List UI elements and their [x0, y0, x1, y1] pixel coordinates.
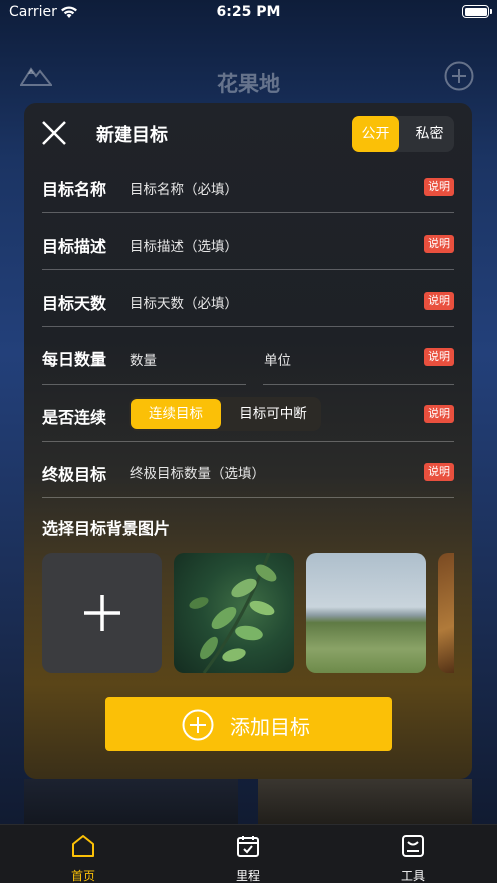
- help-badge[interactable]: 说明: [424, 405, 454, 423]
- help-badge[interactable]: 说明: [424, 292, 454, 310]
- goal-description-label: 目标描述: [42, 237, 107, 256]
- modal-title: 新建目标: [96, 125, 168, 146]
- quantity-input[interactable]: 数量: [130, 349, 157, 369]
- continuous-row: 是否连续 连续目标 目标可中断 说明: [42, 385, 454, 442]
- continuous-goal-option[interactable]: 连续目标: [131, 399, 221, 429]
- tab-tools[interactable]: 工具: [353, 825, 473, 883]
- unit-input[interactable]: 单位: [264, 349, 291, 369]
- add-image-button[interactable]: [42, 553, 162, 673]
- goal-name-label: 目标名称: [42, 180, 107, 199]
- plus-icon: [84, 595, 120, 631]
- add-goal-button[interactable]: 添加目标: [105, 697, 392, 751]
- leaves-image: [189, 553, 277, 673]
- tab-mileage[interactable]: 里程: [188, 825, 308, 883]
- interruptible-goal-option[interactable]: 目标可中断: [227, 399, 319, 429]
- clock: 6:25 PM: [216, 4, 281, 20]
- help-badge[interactable]: 说明: [424, 348, 454, 366]
- tab-home-label: 首页: [70, 869, 95, 883]
- goal-name-input[interactable]: 目标名称（必填）: [130, 178, 238, 198]
- toolbox-icon: [401, 834, 425, 862]
- help-badge[interactable]: 说明: [424, 463, 454, 481]
- visibility-public-button[interactable]: 公开: [352, 116, 399, 152]
- tab-tools-label: 工具: [400, 869, 425, 883]
- app-title: 花果地: [217, 72, 280, 96]
- daily-quantity-row: 每日数量 数量 单位 说明: [42, 327, 454, 385]
- goal-days-row: 目标天数 目标天数（必填） 说明: [42, 270, 454, 327]
- continuous-label: 是否连续: [42, 408, 107, 427]
- goal-description-input[interactable]: 目标描述（选填）: [130, 235, 238, 255]
- modal-header: 新建目标 公开 私密: [24, 103, 472, 163]
- battery-icon: [462, 5, 492, 18]
- help-badge[interactable]: 说明: [424, 178, 454, 196]
- tab-bar: 首页 里程 工具: [0, 824, 497, 883]
- tab-mileage-label: 里程: [235, 869, 260, 883]
- background-image-field[interactable]: [306, 553, 426, 673]
- goal-name-row: 目标名称 目标名称（必填） 说明: [42, 156, 454, 213]
- goal-days-input[interactable]: 目标天数（必填）: [130, 292, 238, 312]
- background-image-partial[interactable]: [438, 553, 454, 673]
- ultimate-goal-row: 终极目标 终极目标数量（选填） 说明: [42, 442, 454, 498]
- visibility-private-button[interactable]: 私密: [405, 116, 454, 152]
- goal-description-row: 目标描述 目标描述（选填） 说明: [42, 213, 454, 270]
- background-section-title: 选择目标背景图片: [42, 519, 171, 538]
- ultimate-goal-label: 终极目标: [42, 465, 107, 484]
- tab-home[interactable]: 首页: [23, 825, 143, 883]
- visibility-toggle: 公开 私密: [352, 116, 454, 152]
- ultimate-goal-input[interactable]: 终极目标数量（选填）: [130, 462, 265, 482]
- add-icon[interactable]: [444, 61, 474, 95]
- background-image-list: [42, 553, 454, 673]
- calendar-check-icon: [236, 834, 260, 862]
- status-bar: Carrier 6:25 PM: [0, 0, 497, 26]
- goal-days-label: 目标天数: [42, 294, 107, 313]
- add-goal-label: 添加目标: [230, 715, 310, 739]
- background-card: [24, 779, 238, 829]
- new-goal-modal: 新建目标 公开 私密 目标名称 目标名称（必填） 说明 目标描述 目标描述（选填…: [24, 103, 472, 779]
- add-circle-icon: [182, 709, 214, 745]
- app-header: 花果地: [0, 58, 497, 102]
- background-card: [258, 779, 472, 829]
- background-image-leaves[interactable]: [174, 553, 294, 673]
- close-icon[interactable]: [40, 119, 68, 151]
- continuous-segmented-control: 连续目标 目标可中断: [129, 397, 321, 431]
- home-icon: [71, 834, 95, 862]
- help-badge[interactable]: 说明: [424, 235, 454, 253]
- daily-quantity-label: 每日数量: [42, 350, 107, 369]
